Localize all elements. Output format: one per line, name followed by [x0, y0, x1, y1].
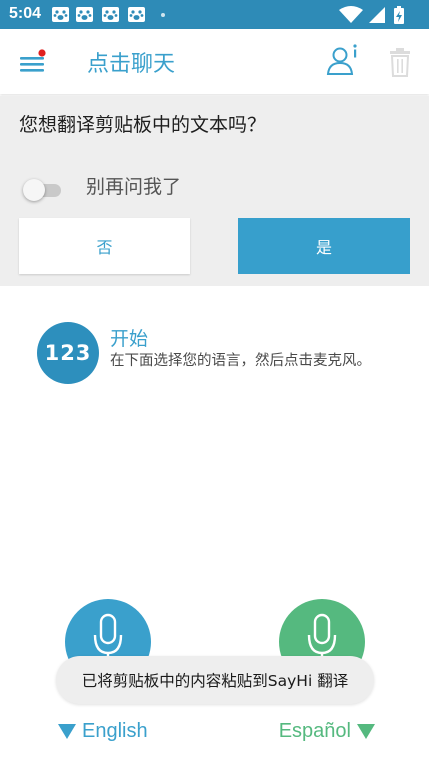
dropdown-arrow-icon	[58, 723, 76, 739]
step-badge: 123	[37, 322, 99, 384]
clipboard-prompt: 您想翻译剪贴板中的文本吗？ 别再问我了 否 是	[0, 96, 429, 286]
wifi-icon	[339, 6, 363, 23]
trash-icon[interactable]	[388, 47, 412, 77]
app-bar: 点击聊天	[0, 29, 429, 94]
signal-icon	[369, 7, 385, 23]
prompt-question: 您想翻译剪贴板中的文本吗？	[19, 114, 267, 136]
status-bar: 5:04	[0, 0, 429, 29]
paw-icon	[102, 7, 119, 22]
language-right-label: Español	[278, 719, 351, 742]
page-title: 点击聊天	[87, 52, 176, 77]
toggle-thumb	[23, 179, 45, 201]
notification-dot	[38, 49, 46, 57]
start-description: 在下面选择您的语言，然后点击麦克风。	[110, 353, 371, 369]
dont-ask-label: 别再问我了	[86, 176, 182, 198]
paw-icon	[128, 7, 145, 22]
status-icons	[339, 6, 404, 24]
paw-icon	[52, 7, 69, 22]
language-selector-left[interactable]: English	[58, 718, 148, 744]
dropdown-arrow-icon	[357, 723, 375, 739]
status-time: 5:04	[9, 5, 42, 22]
language-selector-right[interactable]: Español	[279, 718, 375, 744]
paw-icon	[76, 7, 93, 22]
language-left-label: English	[82, 719, 148, 742]
dont-ask-toggle[interactable]	[23, 177, 63, 203]
more-notifications-dot	[161, 13, 165, 17]
toast-message: 已将剪贴板中的内容粘贴到SayHi 翻译	[56, 656, 374, 704]
user-info-icon[interactable]	[326, 43, 360, 77]
yes-button[interactable]: 是	[238, 218, 410, 274]
start-title: 开始	[110, 328, 149, 350]
no-button[interactable]: 否	[19, 218, 190, 274]
battery-charging-icon	[394, 6, 404, 24]
menu-button[interactable]	[18, 49, 48, 75]
